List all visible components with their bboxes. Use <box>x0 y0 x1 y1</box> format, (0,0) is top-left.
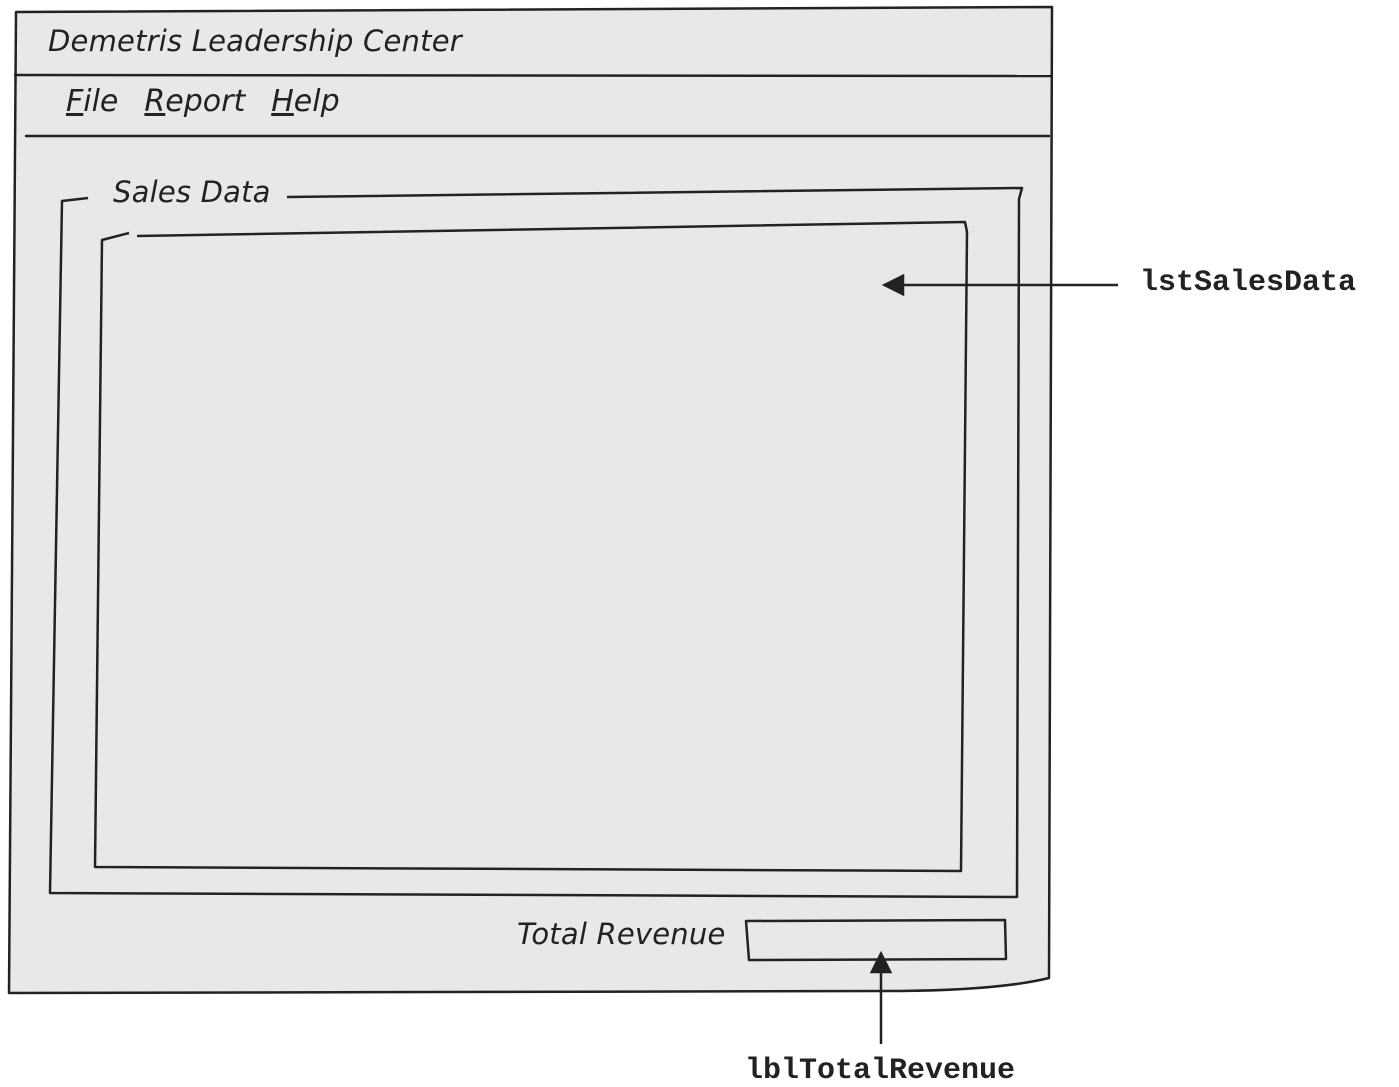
total-revenue-caption: Total Revenue <box>517 917 726 951</box>
list-box-annotation: lstSalesData <box>1140 266 1357 300</box>
total-label-annotation: lblTotalRevenue <box>745 1054 1016 1087</box>
menu-file-mnemonic: F <box>66 84 84 119</box>
sales-data-list-box[interactable] <box>100 232 962 868</box>
total-revenue-output <box>746 920 1006 960</box>
menu-help-rest: elp <box>293 84 340 119</box>
menu-help[interactable]: Help <box>271 84 339 119</box>
titlebar-divider <box>13 73 1053 78</box>
menu-report[interactable]: Report <box>144 84 245 119</box>
menu-help-mnemonic: H <box>271 84 294 119</box>
window-title: Demetris Leadership Center <box>48 24 462 58</box>
menu-file-rest: ile <box>83 84 119 119</box>
menu-report-mnemonic: R <box>144 84 166 119</box>
group-box-caption: Sales Data <box>107 175 277 209</box>
menu-bar: File Report Help <box>66 84 340 119</box>
menu-file[interactable]: File <box>66 84 118 119</box>
menu-report-rest: eport <box>165 84 246 119</box>
